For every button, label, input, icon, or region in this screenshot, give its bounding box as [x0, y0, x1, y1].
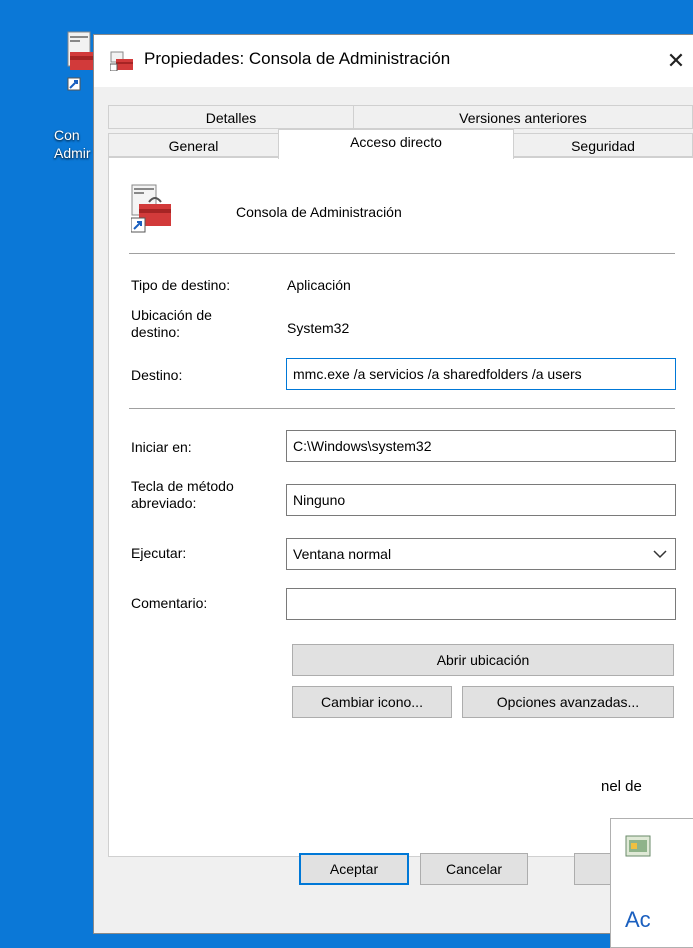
properties-dialog: Propiedades: Consola de Administración ✕…: [93, 34, 693, 934]
change-icon-button[interactable]: Cambiar icono...: [292, 686, 452, 718]
run-label: Ejecutar:: [131, 545, 187, 561]
close-icon: ✕: [666, 48, 686, 73]
tab-general[interactable]: General: [108, 133, 279, 157]
start-in-input[interactable]: C:\Windows\system32: [286, 430, 676, 462]
toolbox-icon: [110, 51, 133, 71]
shortcut-tab-panel: Consola de Administración Tipo de destin…: [108, 157, 693, 857]
chevron-down-icon: [653, 550, 667, 559]
background-partial-text: nel de: [601, 778, 642, 795]
open-location-button[interactable]: Abrir ubicación: [292, 644, 674, 676]
shortcut-name: Consola de Administración: [236, 204, 402, 220]
target-type-label: Tipo de destino:: [131, 277, 231, 293]
title-bar[interactable]: Propiedades: Consola de Administración ✕: [94, 35, 693, 87]
run-select[interactable]: Ventana normal: [286, 538, 676, 570]
ok-button[interactable]: Aceptar: [299, 853, 409, 885]
target-location-label: Ubicación de destino:: [131, 307, 212, 340]
comment-label: Comentario:: [131, 595, 208, 611]
target-input[interactable]: mmc.exe /a servicios /a sharedfolders /a…: [286, 358, 676, 390]
dialog-title: Propiedades: Consola de Administración: [144, 49, 451, 68]
target-type-value: Aplicación: [287, 277, 351, 293]
close-button[interactable]: ✕: [656, 41, 693, 81]
desktop-shortcut-label: Con Admir: [54, 127, 91, 161]
separator: [129, 408, 675, 409]
start-in-label: Iniciar en:: [131, 439, 192, 455]
run-select-value: Ventana normal: [293, 546, 392, 562]
control-panel-icon: [625, 835, 651, 857]
comment-input[interactable]: [286, 588, 676, 620]
tab-versiones-anteriores[interactable]: Versiones anteriores: [353, 105, 693, 129]
target-label: Destino:: [131, 367, 183, 383]
tab-acceso-directo[interactable]: Acceso directo: [278, 129, 514, 159]
cancel-button[interactable]: Cancelar: [420, 853, 528, 885]
hotkey-input[interactable]: Ninguno: [286, 484, 676, 516]
toolbox-icon: [131, 184, 171, 233]
advanced-options-button[interactable]: Opciones avanzadas...: [462, 686, 674, 718]
separator: [129, 253, 675, 254]
background-window[interactable]: Ac: [610, 818, 693, 948]
target-location-value: System32: [287, 320, 350, 336]
hotkey-label: Tecla de método abreviado:: [131, 478, 234, 511]
background-window-heading: Ac: [625, 907, 651, 932]
tab-detalles[interactable]: Detalles: [108, 105, 354, 129]
tab-seguridad[interactable]: Seguridad: [513, 133, 693, 157]
